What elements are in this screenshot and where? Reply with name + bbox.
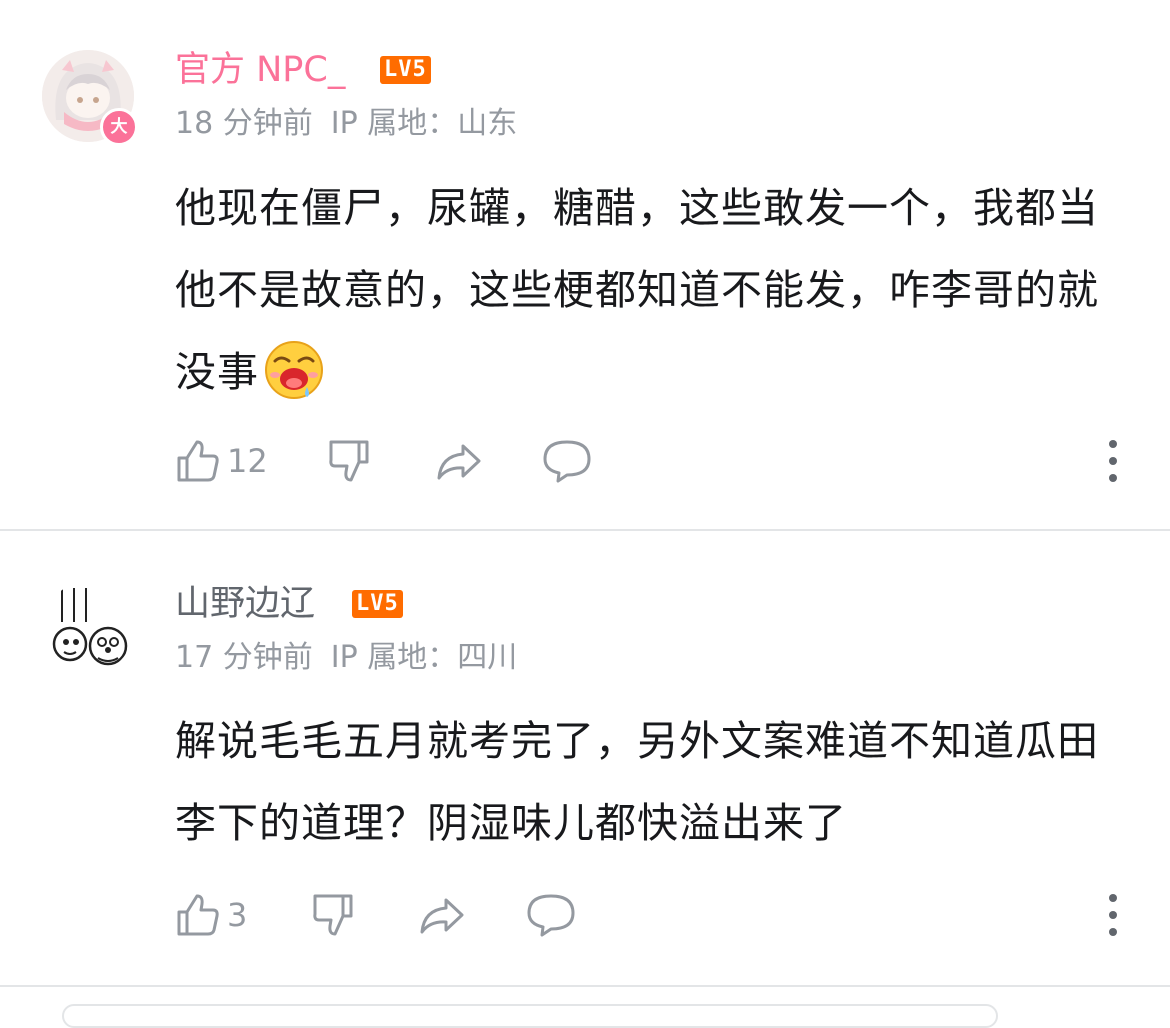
comment-time: 18 分钟前 <box>175 106 313 141</box>
share-arrow-icon <box>420 898 464 934</box>
dislike-button[interactable] <box>327 436 373 486</box>
like-count: 12 <box>227 442 268 480</box>
comment-time: 17 分钟前 <box>175 640 313 675</box>
like-button[interactable]: 12 <box>175 436 268 486</box>
more-vertical-icon[interactable] <box>1105 893 1121 937</box>
next-comment-card <box>62 1004 998 1028</box>
comment-content[interactable]: 解说毛毛五月就考完了，另外文案难道不知道瓜田李下的道理？阴湿味儿都快溢出来了 <box>175 700 1105 864</box>
dislike-button[interactable] <box>311 890 357 940</box>
avatar-image <box>42 582 134 674</box>
like-button[interactable]: 3 <box>175 890 247 940</box>
share-button[interactable] <box>418 890 466 940</box>
divider <box>0 985 1170 987</box>
level-badge: LV5 <box>352 590 403 618</box>
share-arrow-icon <box>437 444 481 480</box>
thumbs-up-icon <box>177 440 219 482</box>
thumbs-down-icon <box>329 440 369 482</box>
comment-content[interactable]: 他现在僵尸，尿罐，糖醋，这些敢发一个，我都当他不是故意的，这些梗都知道不能发，咋… <box>175 167 1105 413</box>
share-button[interactable] <box>435 436 483 486</box>
comment-item: 山野边辽 LV5 17 分钟前 IP 属地：四川 解说毛毛五月就考完了，另外文案难… <box>0 532 1170 986</box>
ip-location: IP 属地：四川 <box>330 640 518 675</box>
comment-meta: 17 分钟前 IP 属地：四川 <box>175 640 517 676</box>
username[interactable]: 山野边辽 <box>175 584 315 624</box>
comment-meta: 18 分钟前 IP 属地：山东 <box>175 106 517 142</box>
speech-bubble-icon <box>527 894 575 937</box>
comment-text: 解说毛毛五月就考完了，另外文案难道不知道瓜田李下的道理？阴湿味儿都快溢出来了 <box>175 717 1099 847</box>
ip-location: IP 属地：山东 <box>330 106 518 141</box>
username[interactable]: 官方 NPC_ <box>175 50 345 90</box>
thumbs-down-icon <box>313 894 353 936</box>
avatar[interactable] <box>42 582 134 674</box>
comment-item: 大 官方 NPC_ LV5 18 分钟前 IP 属地：山东 他现在僵尸，尿罐，糖醋… <box>0 0 1170 530</box>
like-count: 3 <box>227 896 248 934</box>
reply-button[interactable] <box>542 436 592 486</box>
thumbs-up-icon <box>177 894 219 936</box>
vip-badge: 大 <box>100 108 138 146</box>
speech-bubble-icon <box>543 440 591 483</box>
comment-actions: 12 <box>175 436 1135 486</box>
laughing-drooling-emoji <box>265 341 323 399</box>
more-vertical-icon[interactable] <box>1105 439 1121 483</box>
comment-actions: 3 <box>175 890 1135 940</box>
level-badge: LV5 <box>380 56 431 84</box>
reply-button[interactable] <box>526 890 576 940</box>
divider <box>0 529 1170 531</box>
